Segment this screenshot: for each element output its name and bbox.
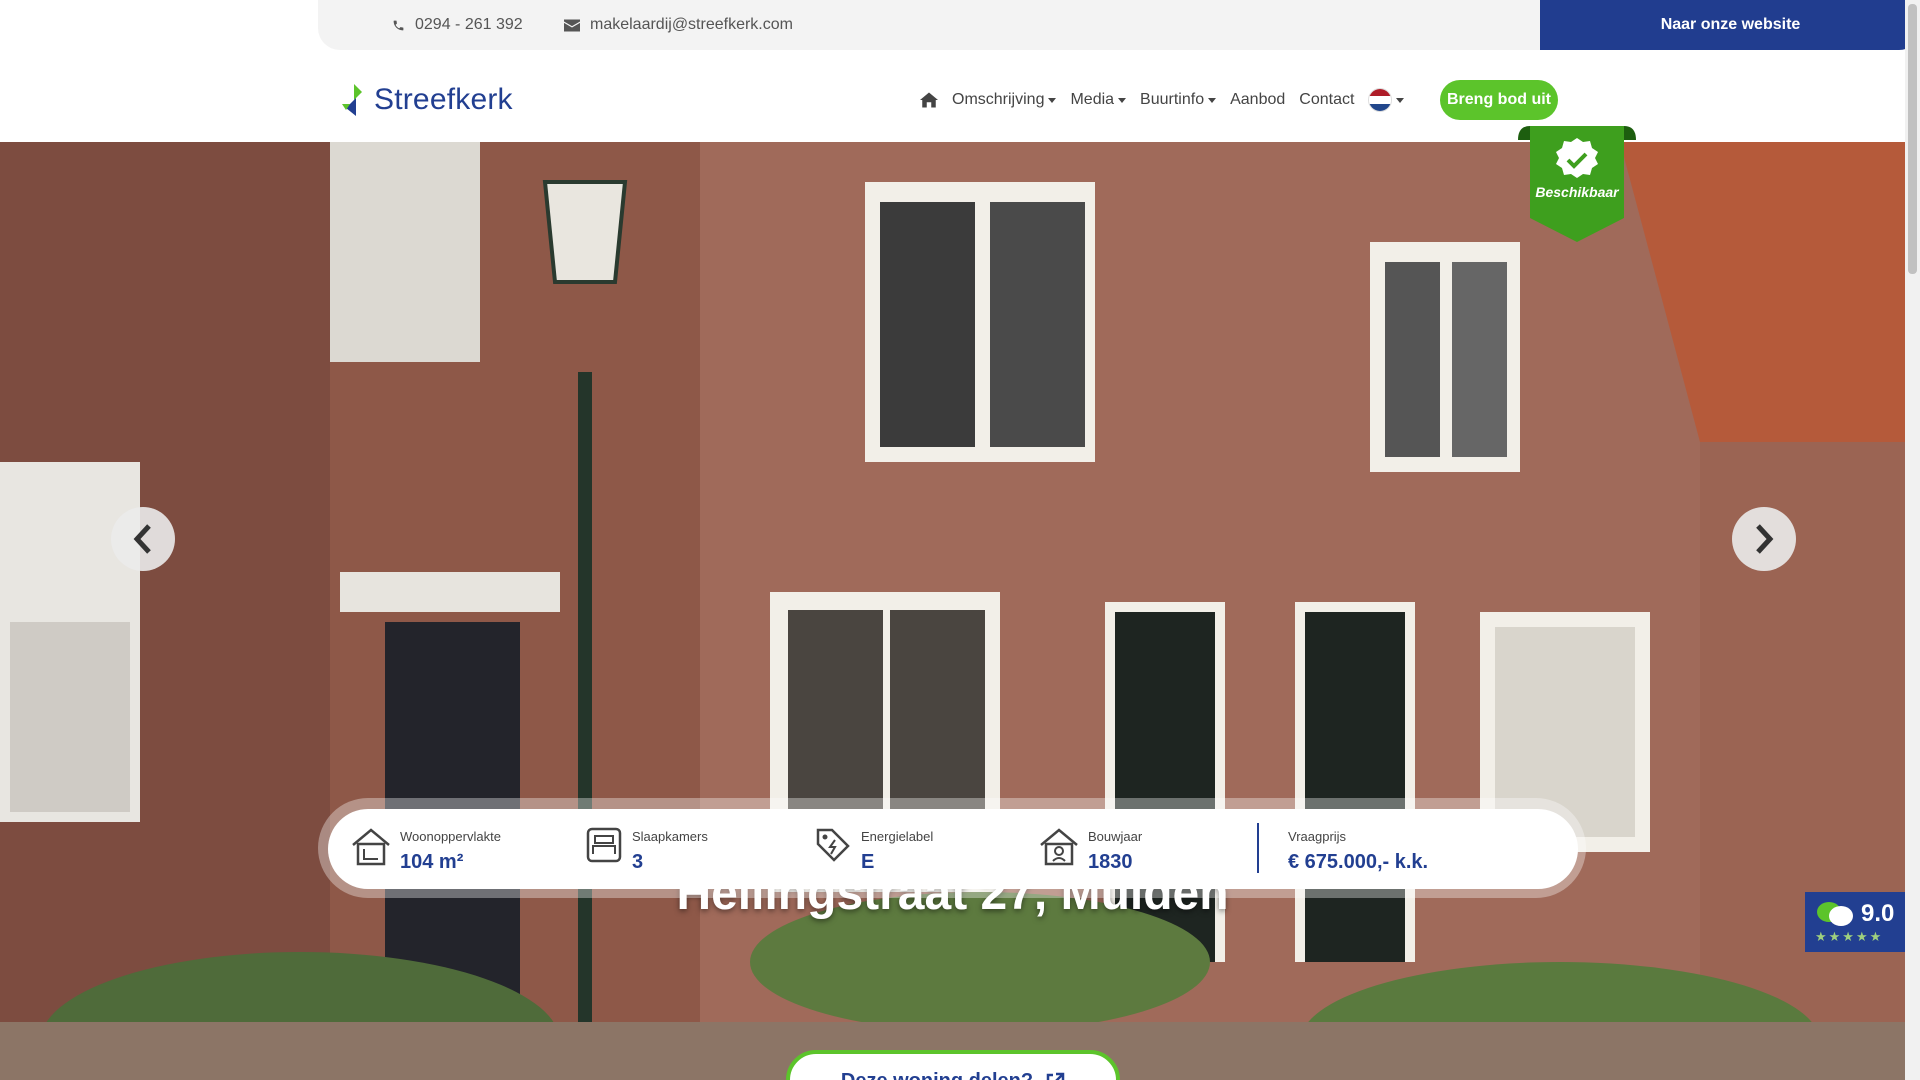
nav-aanbod[interactable]: Aanbod: [1230, 91, 1285, 109]
rating-stars-icon: ★★★★★: [1815, 929, 1884, 944]
spec-label: Bouwjaar: [1088, 829, 1143, 844]
nav-contact-label: Contact: [1299, 91, 1355, 108]
share-button-label: Deze woning delen?: [841, 1070, 1033, 1080]
nav-media-label: Media: [1070, 91, 1115, 108]
nav-media[interactable]: Media: [1070, 91, 1127, 109]
next-photo-button[interactable]: [1732, 507, 1796, 571]
house-photo: [0, 142, 1905, 1080]
status-badge: Beschikbaar: [1535, 184, 1619, 200]
nav-omschrijving-label: Omschrijving: [952, 91, 1045, 108]
share-property-button[interactable]: Deze woning delen?: [786, 1050, 1120, 1080]
language-selector[interactable]: [1368, 88, 1405, 112]
nav-buurtinfo-label: Buurtinfo: [1140, 91, 1205, 108]
property-photo-slider[interactable]: Hellingstraat 27, Muiden 9.0 ★★★★★: [0, 142, 1905, 1080]
nav-omschrijving[interactable]: Omschrijving: [952, 91, 1057, 109]
chat-bubble-icon: [1817, 902, 1853, 926]
nav-aanbod-label: Aanbod: [1230, 91, 1286, 108]
spec-value: € 675.000,- k.k.: [1288, 851, 1429, 873]
email-contact[interactable]: makelaardij@streefkerk.com: [564, 0, 793, 50]
caret-down-icon: [1396, 97, 1405, 103]
spec-value: 1830: [1088, 851, 1133, 873]
logo-mark-icon: [342, 84, 362, 116]
nav-home[interactable]: [920, 92, 938, 108]
top-contact-bar: 0294 - 261 392 makelaardij@streefkerk.co…: [318, 0, 1920, 50]
home-icon: [920, 92, 938, 108]
website-button[interactable]: Naar onze website: [1540, 0, 1920, 50]
external-link-icon: [1046, 1072, 1065, 1080]
chevron-right-icon: [1756, 524, 1774, 554]
envelope-icon: [564, 19, 580, 31]
specs-divider: [1257, 823, 1259, 873]
rating-widget[interactable]: 9.0 ★★★★★: [1805, 892, 1905, 952]
nav-buurtinfo[interactable]: Buurtinfo: [1140, 91, 1217, 109]
dutch-flag-icon: [1368, 88, 1393, 112]
spec-value: 104 m²: [400, 851, 464, 873]
place-bid-button[interactable]: Breng bod uit: [1440, 80, 1558, 120]
spec-value: E: [861, 851, 875, 873]
caret-down-icon: [1118, 97, 1127, 103]
energy-tag-icon: [816, 828, 850, 862]
phone-number: 0294 - 261 392: [415, 16, 523, 33]
spec-label: Energielabel: [861, 829, 934, 844]
spec-label: Slaapkamers: [632, 829, 708, 844]
page-scrollbar[interactable]: [1905, 0, 1920, 1080]
logo[interactable]: Streefkerk: [340, 82, 513, 118]
bed-icon: [586, 827, 622, 863]
main-nav: Omschrijving Media Buurtinfo Aanbod Cont…: [920, 82, 1418, 118]
chevron-left-icon: [133, 524, 151, 554]
nav-contact[interactable]: Contact: [1299, 91, 1354, 109]
house-area-icon: [352, 828, 390, 866]
spec-value: 3: [632, 851, 644, 873]
caret-down-icon: [1048, 97, 1057, 103]
spec-label: Vraagprijs: [1288, 829, 1347, 844]
phone-contact[interactable]: 0294 - 261 392: [392, 0, 523, 50]
rating-score: 9.0: [1861, 900, 1895, 927]
caret-down-icon: [1208, 97, 1217, 103]
house-year-icon: [1040, 828, 1078, 866]
logo-text: Streefkerk: [374, 83, 513, 116]
scrollbar-thumb[interactable]: [1908, 4, 1917, 274]
previous-photo-button[interactable]: [111, 507, 175, 571]
spec-label: Woonoppervlakte: [400, 829, 501, 844]
property-specs-bar: Woonoppervlakte 104 m² Slaapkamers 3 Ene…: [328, 809, 1578, 889]
phone-icon: [393, 20, 404, 30]
email-address: makelaardij@streefkerk.com: [590, 16, 793, 33]
